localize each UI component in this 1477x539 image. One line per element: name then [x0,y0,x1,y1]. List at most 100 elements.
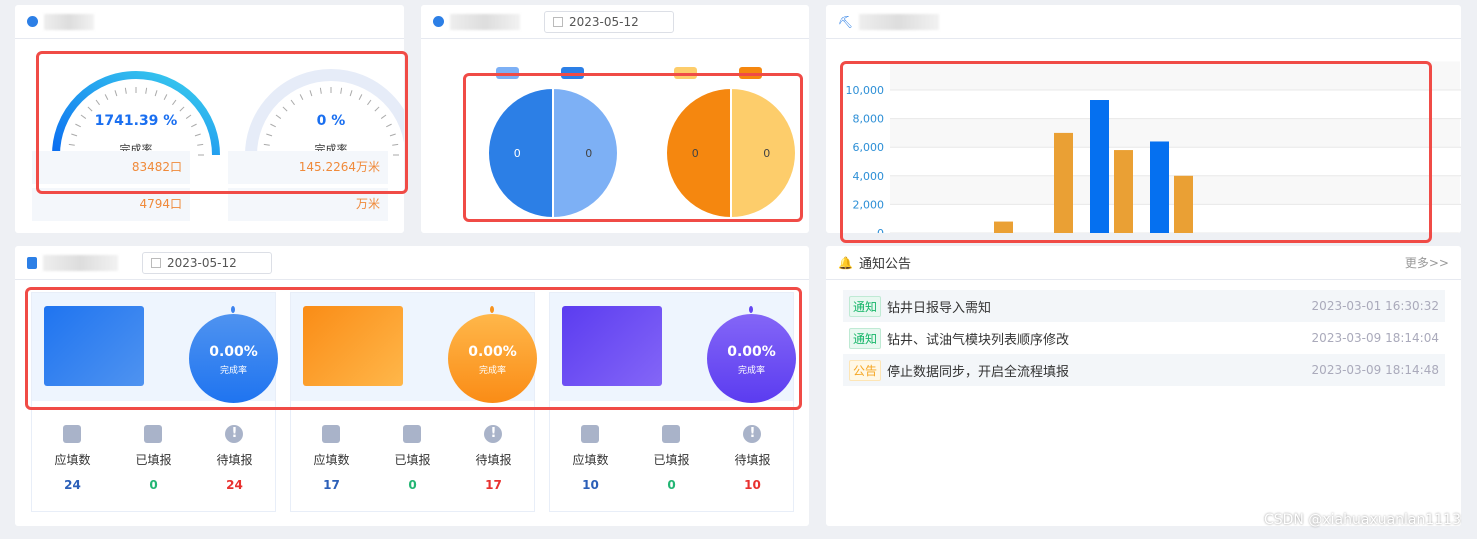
gauge-tick [163,94,168,100]
alert-circle-icon: ! [484,425,503,443]
stat-item[interactable]: ! 待填报 10 [734,425,771,492]
stat-label: 已填报 [394,453,431,467]
notice-title: 通知公告 [858,257,911,272]
gauge-tick [374,106,380,112]
y-tick-label: 4,000 [853,170,885,183]
bar[interactable] [994,221,1013,233]
bar[interactable] [1150,141,1169,233]
bell-icon: 🔔 [838,255,853,270]
completion-label: 完成率 [219,366,247,376]
y-tick-label: 8,000 [853,113,885,126]
gauge-tick [104,94,109,100]
stat-value: 0 [667,478,676,492]
gauge-tick [358,94,363,100]
gauge-tick [124,87,127,94]
stat-value: 24 [226,478,243,492]
report-card: 0.00% 完成率 应填数 17 已填报 0 ! 待填报 17 [290,292,537,512]
dot [490,306,494,313]
gauge-tick [349,90,353,97]
stat-item[interactable]: ! 待填报 17 [475,425,512,492]
gauge-tick [367,99,372,106]
edit-doc-icon [322,425,341,443]
completion-percent: 0.00% [727,344,776,360]
gauge-tick [299,94,304,100]
y-tick-label: 10,000 [846,84,885,97]
clipboard-check-icon [144,425,163,443]
stat-item[interactable]: 应填数 17 [313,425,350,492]
pie-label: 0 [585,147,592,160]
date-picker[interactable]: 2023-05-12 [142,251,272,274]
notice-title[interactable]: 停止数据同步，开启全流程填报 [887,361,1069,380]
alert-circle-icon: ! [743,425,762,443]
y-tick-label: 2,000 [853,198,885,211]
gauge-tick [179,106,185,112]
stat-item[interactable]: 已填报 0 [394,425,431,492]
pie-label: 0 [763,147,770,160]
gauge-percent: 1741.39 % [94,113,178,129]
gauge-tick [282,106,288,112]
notice-tag: 通知 [849,327,882,349]
stat-item[interactable]: 已填报 0 [653,425,690,492]
stat-value: 10 [744,478,761,492]
bar[interactable] [1114,150,1133,233]
gauge-tick [290,99,295,106]
stat-label: 应填数 [572,453,609,467]
stat-item[interactable]: ! 待填报 24 [216,425,253,492]
bar[interactable] [1090,100,1109,233]
stat-item[interactable]: 已填报 0 [135,425,172,492]
gauge-value-row: 4794口 [32,188,190,221]
notice-title[interactable]: 钻井日报导入需知 [887,297,991,316]
notice-item[interactable]: 公告 停止数据同步，开启全流程填报 2023-03-09 18:14:48 [843,354,1445,386]
gauge-tick [154,90,158,97]
more-link[interactable]: 更多>> [1405,254,1449,271]
completion-circle: 0.00% 完成率 [448,314,537,403]
gauge-panel: 1741.39 % 完成率 0 % 完成率 83482口 4794口 145.2… [15,5,404,233]
stat-value: 24 [64,478,81,492]
gauge-tick [68,143,75,146]
clipboard-check-icon [662,425,681,443]
stat-label: 已填报 [135,453,172,467]
pie-label: 0 [514,147,521,160]
edit-doc-icon [581,425,600,443]
stat-item[interactable]: 应填数 24 [54,425,91,492]
completion-circle: 0.00% 完成率 [707,314,796,403]
grid-band [890,118,1460,148]
notice-item[interactable]: 通知 钻井日报导入需知 2023-03-01 16:30:32 [843,290,1445,322]
clipboard-check-icon [27,256,37,269]
bar-chart-svg: 0 2,000 4,000 6,000 8,000 10,000 [846,61,1461,233]
gauge-percent: 0 % [316,113,346,129]
edit-doc-icon [63,425,82,443]
pie-label: 0 [692,147,699,160]
gauge-tick [266,133,273,137]
bar-chart-panel: ⛏ 02,0004,0006,0008,00010,000 [826,5,1461,233]
pies-svg: 0 0 0 0 [487,86,797,220]
stat-label: 已填报 [653,453,690,467]
card-illustration [303,306,403,386]
stat-value: 17 [323,478,340,492]
stat-item[interactable]: 应填数 10 [572,425,609,492]
notice-time: 2023-03-09 18:14:48 [1311,363,1439,377]
clipboard-check-icon [403,425,422,443]
gauge-value-row: 万米 [228,188,388,221]
pie-panel: 2023-05-12 0000 [421,5,809,233]
stat-value: 0 [149,478,158,492]
stat-value: 17 [485,478,502,492]
gauge-tick [319,87,322,94]
bar[interactable] [1174,175,1193,233]
gauge-tick [309,90,313,97]
stat-label: 待填报 [734,453,771,467]
completion-label: 完成率 [737,366,765,376]
gauge-tick [340,87,343,94]
notice-time: 2023-03-09 18:14:04 [1311,331,1439,345]
dot [231,306,235,313]
date-value: 2023-05-12 [167,255,237,270]
notice-time: 2023-03-01 16:30:32 [1311,299,1439,313]
gauge-tick [389,133,396,137]
stat-value: 10 [582,478,599,492]
notice-tag: 通知 [849,295,882,317]
notice-title[interactable]: 钻井、试油气模块列表顺序修改 [887,329,1069,348]
completion-circle: 0.00% 完成率 [189,314,278,403]
notice-item[interactable]: 通知 钻井、试油气模块列表顺序修改 2023-03-09 18:14:04 [843,322,1445,354]
bar[interactable] [1054,132,1073,233]
gauge-tick [95,99,100,106]
